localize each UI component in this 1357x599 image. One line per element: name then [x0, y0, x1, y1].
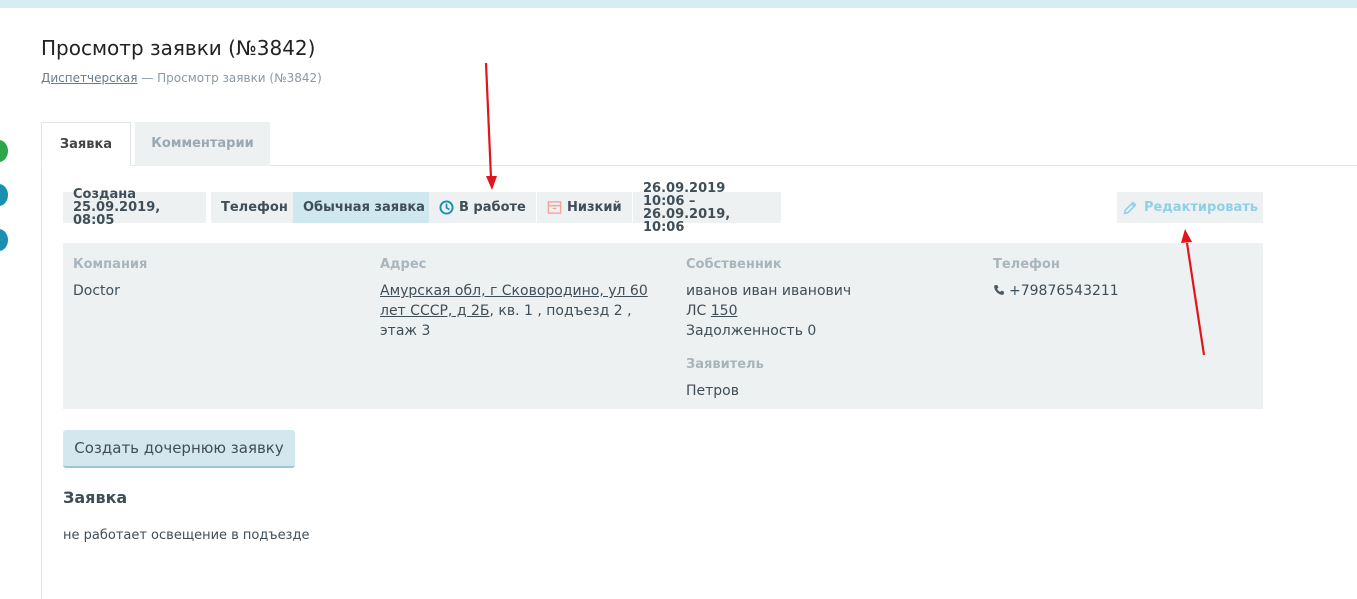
page-title: Просмотр заявки (№3842): [41, 36, 316, 60]
applicant-value: Петров: [686, 383, 739, 399]
period-chip: 26.09.2019 10:06 – 26.09.2019, 10:06: [633, 182, 781, 234]
phone-icon: [993, 284, 1005, 296]
rail-indicator-blue-1[interactable]: [0, 184, 8, 206]
create-child-request-button[interactable]: Создать дочернюю заявку: [63, 430, 295, 468]
address-label: Адрес: [380, 257, 427, 272]
period-end: 26.09.2019, 10:06: [643, 206, 731, 235]
rail-indicator-green[interactable]: [0, 140, 8, 162]
priority-box-icon: [547, 200, 562, 215]
owner-name: иванов иван иванович: [686, 283, 852, 299]
created-chip: Создана 25.09.2019, 08:05: [63, 188, 206, 227]
phone-value: +79876543211: [1009, 283, 1119, 299]
status-label: В работе: [459, 200, 526, 215]
edit-button-label: Редактировать: [1143, 200, 1259, 215]
source-chip: Телефон: [211, 192, 298, 223]
address-column: Адрес Амурская обл, г Сковородино, ул 60…: [380, 255, 650, 341]
request-section-title: Заявка: [63, 488, 128, 507]
created-value: 25.09.2019, 08:05: [73, 200, 161, 228]
annotation-arrow-status-line: [484, 62, 493, 179]
edit-button[interactable]: Редактировать: [1117, 192, 1263, 223]
pencil-icon: [1122, 200, 1138, 216]
phone-row: +79876543211: [993, 281, 1253, 301]
company-column: Компания Doctor: [73, 255, 353, 301]
applicant-label: Заявитель: [686, 357, 764, 372]
owner-debt: Задолженность 0: [686, 323, 817, 339]
rail-indicator-blue-2[interactable]: [0, 229, 8, 251]
priority-chip: Низкий: [537, 192, 632, 223]
account-link[interactable]: 150: [711, 303, 738, 319]
owner-label: Собственник: [686, 257, 782, 272]
request-info-block: Компания Doctor Адрес Амурская обл, г Ск…: [63, 243, 1263, 409]
phone-column: Телефон +79876543211: [993, 255, 1253, 301]
clock-icon: [439, 200, 454, 215]
company-label: Компания: [73, 257, 148, 272]
period-start: 26.09.2019 10:06 –: [643, 180, 726, 209]
status-chip: В работе: [429, 192, 536, 223]
breadcrumb: Диспетчерская — Просмотр заявки (№3842): [41, 71, 322, 85]
owner-column: Собственник иванов иван иванович ЛС 150 …: [686, 255, 966, 401]
priority-label: Низкий: [567, 200, 622, 215]
account-prefix: ЛС: [686, 303, 711, 319]
top-bar: [0, 0, 1357, 8]
request-description: не работает освещение в подъезде: [63, 528, 310, 543]
type-chip: Обычная заявка: [293, 192, 435, 223]
address-value: Амурская обл, г Сковородино, ул 60 лет С…: [380, 281, 650, 341]
phone-label: Телефон: [993, 257, 1060, 272]
tab-request[interactable]: Заявка: [41, 122, 131, 166]
company-value: Doctor: [73, 283, 120, 299]
owner-account: ЛС 150: [686, 301, 966, 321]
tab-comments[interactable]: Комментарии: [135, 122, 270, 166]
breadcrumb-current: Просмотр заявки (№3842): [157, 71, 322, 85]
breadcrumb-link-dispatch[interactable]: Диспетчерская: [41, 71, 138, 85]
breadcrumb-separator: —: [137, 71, 158, 85]
